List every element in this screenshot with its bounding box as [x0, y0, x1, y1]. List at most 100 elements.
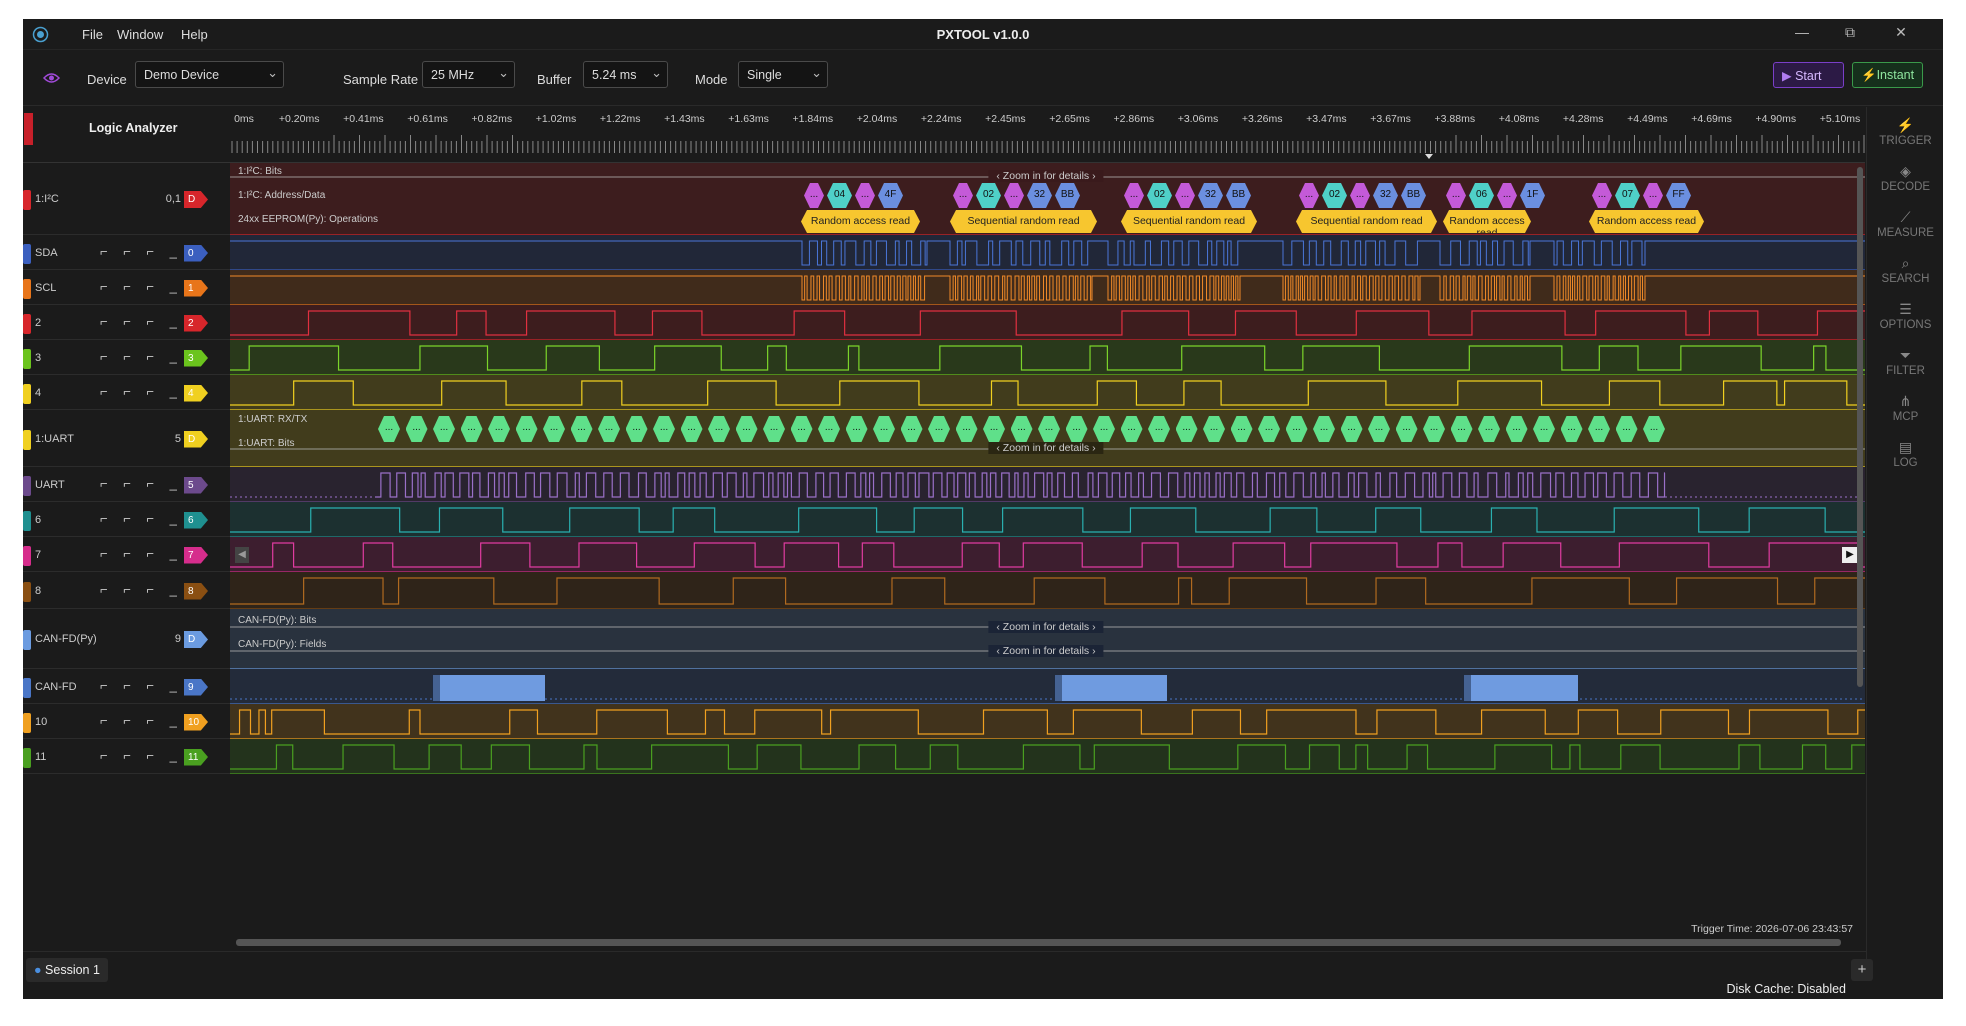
sidebar-trigger[interactable]: ⚡ TRIGGER: [1867, 117, 1943, 147]
ruler-label: +4.69ms: [1691, 113, 1732, 125]
channel-name: 1:UART: [35, 432, 74, 445]
session-tab[interactable]: ● Session 1: [26, 958, 108, 982]
sidebar-measure[interactable]: ⟋ MEASURE: [1867, 209, 1943, 239]
time-ruler: 0ms +0.20ms +0.41ms +0.61ms +0.82ms +1.02ms +1…: [230, 107, 1865, 163]
sidebar-filter[interactable]: ⏷ FILTER: [1867, 347, 1943, 377]
channel-tag[interactable]: D: [184, 631, 208, 648]
can-frame-block: [1464, 675, 1578, 701]
sidebar-mcp[interactable]: ⋔ MCP: [1867, 393, 1943, 423]
ruler-label: +0.41ms: [343, 113, 384, 125]
channel-name: SDA: [35, 246, 58, 259]
i2c-operation-bubble[interactable]: Random access read: [1589, 210, 1704, 233]
ruler-label: +1.84ms: [792, 113, 834, 125]
channel-color-bar: [23, 510, 31, 531]
network-icon: ⋔: [1899, 393, 1912, 409]
channel-row[interactable]: CAN-FD ⌐ ⌐ ⌐ _ ⌶ 9: [23, 669, 230, 704]
sidebar-label: OPTIONS: [1879, 319, 1932, 331]
sidebar-options[interactable]: ☰ OPTIONS: [1867, 301, 1943, 331]
ruler-label: +4.28ms: [1562, 113, 1604, 125]
channel-row[interactable]: 3 ⌐ ⌐ ⌐ _ ⌶ 3: [23, 340, 230, 375]
channel-row[interactable]: 11 ⌐ ⌐ ⌐ _ ⌶ 11: [23, 739, 230, 774]
minimize-button[interactable]: —: [1790, 24, 1814, 40]
channel-number: 5: [174, 432, 181, 445]
mode-label: Mode: [695, 72, 728, 87]
channel-tag[interactable]: D: [184, 191, 208, 208]
horizontal-scrollbar[interactable]: [236, 939, 1841, 946]
channel-color-bar: [23, 677, 31, 698]
mode-select[interactable]: Single ⌄: [738, 61, 828, 88]
can-frame-block: [433, 675, 545, 701]
panel-color-bar: [24, 113, 33, 145]
i2c-operation-bubble[interactable]: Random access read: [801, 210, 920, 233]
lightning-icon: ⚡: [1896, 117, 1915, 133]
i2c-operation-bubble[interactable]: Sequential random read: [1121, 210, 1257, 233]
chevron-down-icon: ⌄: [498, 65, 509, 80]
trigger-marker-icon: [1425, 154, 1433, 159]
session-dot-icon: ●: [34, 963, 46, 977]
session-tab-label: Session 1: [45, 963, 100, 977]
channel-row[interactable]: 7 ⌐ ⌐ ⌐ _ ⌶ 7: [23, 537, 230, 572]
i2c-operation-bubble[interactable]: Random access read: [1443, 210, 1531, 233]
channel-color-bar: [23, 313, 31, 334]
i2c-ops-label: 24xx EEPROM(Py): Operations: [238, 214, 379, 225]
channel-row[interactable]: 1:UART 5 D: [23, 410, 230, 467]
i2c-operation-bubble[interactable]: Sequential random read: [1296, 210, 1437, 233]
waveform-area[interactable]: 1:I²C: Bits 1:I²C: Address/Data 24xx EEPRO…: [230, 163, 1865, 951]
channel-row[interactable]: 2 ⌐ ⌐ ⌐ _ ⌶ 2: [23, 305, 230, 340]
scroll-left-arrow-icon[interactable]: ◀: [235, 547, 249, 563]
sidebar-search[interactable]: ⌕ SEARCH: [1867, 255, 1943, 285]
sample-rate-select[interactable]: 25 MHz ⌄: [422, 61, 515, 88]
channel-row[interactable]: UART ⌐ ⌐ ⌐ _ ⌶ 5: [23, 467, 230, 502]
i2c-zoom-hint: ‹ Zoom in for details ›: [988, 170, 1104, 182]
channel-color-bar: [23, 475, 31, 496]
vertical-scrollbar[interactable]: [1857, 167, 1863, 687]
instant-button[interactable]: ⚡Instant: [1852, 62, 1923, 88]
channel-name: 2: [35, 316, 42, 329]
channel-row[interactable]: 10 ⌐ ⌐ ⌐ _ ⌶ 10: [23, 704, 230, 739]
ruler-label: +3.67ms: [1370, 113, 1411, 125]
ruler-label: +2.04ms: [856, 113, 898, 125]
device-select[interactable]: Demo Device ⌄: [135, 61, 284, 88]
lane-background: [230, 502, 1865, 537]
eye-icon[interactable]: [43, 72, 60, 84]
sidebar-decode[interactable]: ◈ DECODE: [1867, 163, 1943, 193]
ruler-label: +4.08ms: [1498, 113, 1540, 125]
channel-number: 9: [174, 633, 181, 645]
uart-rxtx-label: 1:UART: RX/TX: [238, 414, 308, 425]
panel-header: Logic Analyzer: [23, 107, 230, 163]
disk-cache-status: Disk Cache: Disabled: [1726, 982, 1847, 996]
channel-name: 3: [35, 351, 42, 364]
channel-row[interactable]: 4 ⌐ ⌐ ⌐ _ ⌶ 4: [23, 375, 230, 410]
channel-row[interactable]: 8 ⌐ ⌐ ⌐ _ ⌶ 8: [23, 572, 230, 609]
add-session-button[interactable]: +: [1851, 959, 1873, 981]
ruler-label: +0.61ms: [407, 113, 448, 125]
i2c-address-label: 1:I²C: Address/Data: [238, 190, 326, 201]
scroll-right-arrow-icon[interactable]: ▶: [1842, 547, 1858, 563]
ruler-icon: ⟋: [1900, 209, 1911, 225]
channel-row[interactable]: CAN-FD(Py) 9 D: [23, 609, 230, 669]
ruler-label: +2.45ms: [985, 113, 1026, 125]
i2c-operation-bubble[interactable]: Sequential random read: [950, 210, 1097, 233]
canfd-bits-zoom-hint: ‹ Zoom in for details ›: [988, 621, 1104, 633]
channel-name: 7: [35, 548, 42, 561]
channel-row[interactable]: SCL ⌐ ⌐ ⌐ _ ⌶ 1: [23, 270, 230, 305]
chevron-down-icon: ⌄: [651, 65, 662, 80]
buffer-select[interactable]: 5.24 ms ⌄: [583, 61, 668, 88]
sidebar-label: MCP: [1892, 411, 1919, 423]
start-button[interactable]: ▶ Start: [1773, 62, 1844, 88]
channel-tag[interactable]: D: [184, 430, 208, 448]
lane-background: [230, 609, 1865, 669]
sidebar-log[interactable]: ▤ LOG: [1867, 439, 1943, 469]
channel-color-bar: [23, 243, 31, 264]
channel-row[interactable]: 6 ⌐ ⌐ ⌐ _ ⌶ 6: [23, 502, 230, 537]
restore-button[interactable]: ⧉: [1838, 24, 1862, 41]
channel-name: CAN-FD: [35, 680, 77, 693]
uart-bits-label: 1:UART: Bits: [238, 438, 295, 449]
sidebar-label: MEASURE: [1877, 227, 1934, 239]
filter-icon: ⏷: [1899, 347, 1912, 363]
channel-row[interactable]: SDA ⌐ ⌐ ⌐ _ ⌶ 0: [23, 235, 230, 270]
sidebar-label: SEARCH: [1881, 273, 1930, 285]
close-button[interactable]: ✕: [1889, 24, 1913, 41]
right-sidebar: ⚡ TRIGGER ◈ DECODE ⟋ MEASURE ⌕ SEARCH ☰ OPTIONS ⏷ F…: [1866, 107, 1943, 979]
channel-row[interactable]: 1:I²C 0,1 D: [23, 163, 230, 235]
